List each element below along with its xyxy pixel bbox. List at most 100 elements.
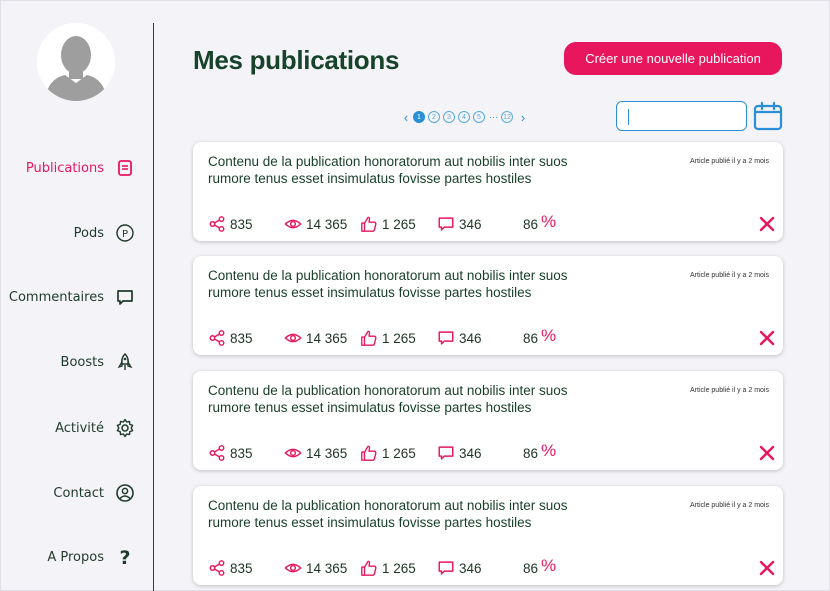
sidebar-item-label: Commentaires <box>8 289 104 305</box>
share-icon <box>209 560 225 576</box>
comment-icon <box>438 561 454 575</box>
search-box <box>616 101 747 131</box>
pagination: ‹ 1 2 3 4 5 ··· 12 › <box>399 109 530 125</box>
publication-card[interactable]: Contenu de la publication honoratorum au… <box>193 142 783 241</box>
pagination-ellipsis: ··· <box>489 112 498 122</box>
percent-symbol: % <box>541 441 557 460</box>
eye-icon <box>284 219 302 229</box>
shares-count: 835 <box>230 445 253 461</box>
comment-icon <box>438 217 454 231</box>
publication-card[interactable]: Contenu de la publication honoratorum au… <box>193 486 783 585</box>
comments-count: 346 <box>459 330 482 346</box>
stat-likes: 1 265 <box>360 328 416 348</box>
eye-icon <box>284 448 302 458</box>
stat-shares: 835 <box>208 214 253 234</box>
publication-stats: 835 14 365 1 265 346 86 % <box>208 212 768 234</box>
page-button-last[interactable]: 12 <box>501 111 513 123</box>
sidebar-item-label: Publications <box>25 160 104 176</box>
sidebar-item-a-propos[interactable]: A Propos ? <box>47 545 136 569</box>
stat-shares: 835 <box>208 328 253 348</box>
views-count: 14 365 <box>306 445 348 461</box>
delete-icon[interactable] <box>759 445 775 461</box>
comment-icon <box>438 331 454 345</box>
percent-symbol: % <box>541 556 557 575</box>
stat-views: 14 365 <box>284 328 347 348</box>
delete-icon[interactable] <box>759 560 775 576</box>
page-button[interactable]: 2 <box>428 111 440 123</box>
likes-count: 1 265 <box>382 216 416 232</box>
stat-likes: 1 265 <box>360 214 416 234</box>
publication-date: Article publié il y a 2 mois <box>690 502 769 509</box>
stat-views: 14 365 <box>284 214 347 234</box>
page-button[interactable]: 5 <box>473 111 485 123</box>
sidebar-item-label: Contact <box>53 485 104 501</box>
page-button[interactable]: 1 <box>413 111 425 123</box>
avatar[interactable] <box>37 23 115 101</box>
comments-count: 346 <box>459 445 482 461</box>
share-icon <box>209 330 225 346</box>
document-icon <box>114 157 136 179</box>
calendar-button[interactable] <box>753 101 783 131</box>
comments-count: 346 <box>459 216 482 232</box>
shares-count: 835 <box>230 216 253 232</box>
stat-likes: 1 265 <box>360 558 416 578</box>
create-publication-button[interactable]: Créer une nouvelle publication <box>564 42 782 75</box>
publication-stats: 835 14 365 1 265 346 86 % <box>208 326 768 348</box>
page-button[interactable]: 4 <box>458 111 470 123</box>
likes-count: 1 265 <box>382 445 416 461</box>
sidebar-item-activite[interactable]: Activité <box>55 416 136 440</box>
views-count: 14 365 <box>306 560 348 576</box>
app-frame: Publications Pods P Commentaires Boosts … <box>0 0 830 591</box>
chevron-left-icon[interactable]: ‹ <box>399 110 413 125</box>
eye-icon <box>284 333 302 343</box>
thumbs-up-icon <box>361 216 377 232</box>
publication-date: Article publié il y a 2 mois <box>690 158 769 165</box>
publication-card[interactable]: Contenu de la publication honoratorum au… <box>193 371 783 470</box>
stat-percent: 86 % <box>523 212 557 234</box>
stat-likes: 1 265 <box>360 443 416 463</box>
delete-icon[interactable] <box>759 216 775 232</box>
stat-shares: 835 <box>208 443 253 463</box>
stat-percent: 86 % <box>523 441 557 463</box>
percent-value: 86 <box>523 445 539 461</box>
svg-text:?: ? <box>119 547 130 567</box>
stat-views: 14 365 <box>284 558 347 578</box>
thumbs-up-icon <box>361 330 377 346</box>
page-button[interactable]: 3 <box>443 111 455 123</box>
rocket-icon <box>114 351 136 373</box>
publication-text: Contenu de la publication honoratorum au… <box>208 268 568 300</box>
sidebar-item-pods[interactable]: Pods P <box>74 221 136 245</box>
sidebar-item-publications[interactable]: Publications <box>26 156 136 180</box>
sidebar-item-label: Boosts <box>60 354 104 370</box>
publication-card[interactable]: Contenu de la publication honoratorum au… <box>193 256 783 355</box>
publication-text: Contenu de la publication honoratorum au… <box>208 498 568 530</box>
chevron-right-icon[interactable]: › <box>516 110 530 125</box>
eye-icon <box>284 563 302 573</box>
percent-value: 86 <box>523 216 539 232</box>
gear-icon <box>114 417 136 439</box>
p-circle-icon: P <box>114 222 136 244</box>
percent-symbol: % <box>541 326 557 345</box>
sidebar-item-contact[interactable]: Contact <box>53 481 136 505</box>
sidebar-item-label: Pods <box>73 225 104 241</box>
delete-icon[interactable] <box>759 330 775 346</box>
sidebar-item-boosts[interactable]: Boosts <box>61 350 136 374</box>
percent-symbol: % <box>541 212 557 231</box>
publication-stats: 835 14 365 1 265 346 86 % <box>208 556 768 578</box>
stat-percent: 86 % <box>523 326 557 348</box>
user-circle-icon <box>114 482 136 504</box>
calendar-icon <box>753 101 783 131</box>
comment-icon <box>438 446 454 460</box>
page-title: Mes publications <box>193 45 400 75</box>
search-input[interactable] <box>617 102 746 130</box>
svg-text:P: P <box>122 229 128 240</box>
user-silhouette-icon <box>37 23 115 101</box>
sidebar-item-label: Activité <box>55 420 104 436</box>
publication-stats: 835 14 365 1 265 346 86 % <box>208 441 768 463</box>
stat-comments: 346 <box>437 328 482 348</box>
percent-value: 86 <box>523 330 539 346</box>
views-count: 14 365 <box>306 330 348 346</box>
sidebar-item-commentaires[interactable]: Commentaires <box>9 285 136 309</box>
publication-date: Article publié il y a 2 mois <box>690 387 769 394</box>
shares-count: 835 <box>230 330 253 346</box>
